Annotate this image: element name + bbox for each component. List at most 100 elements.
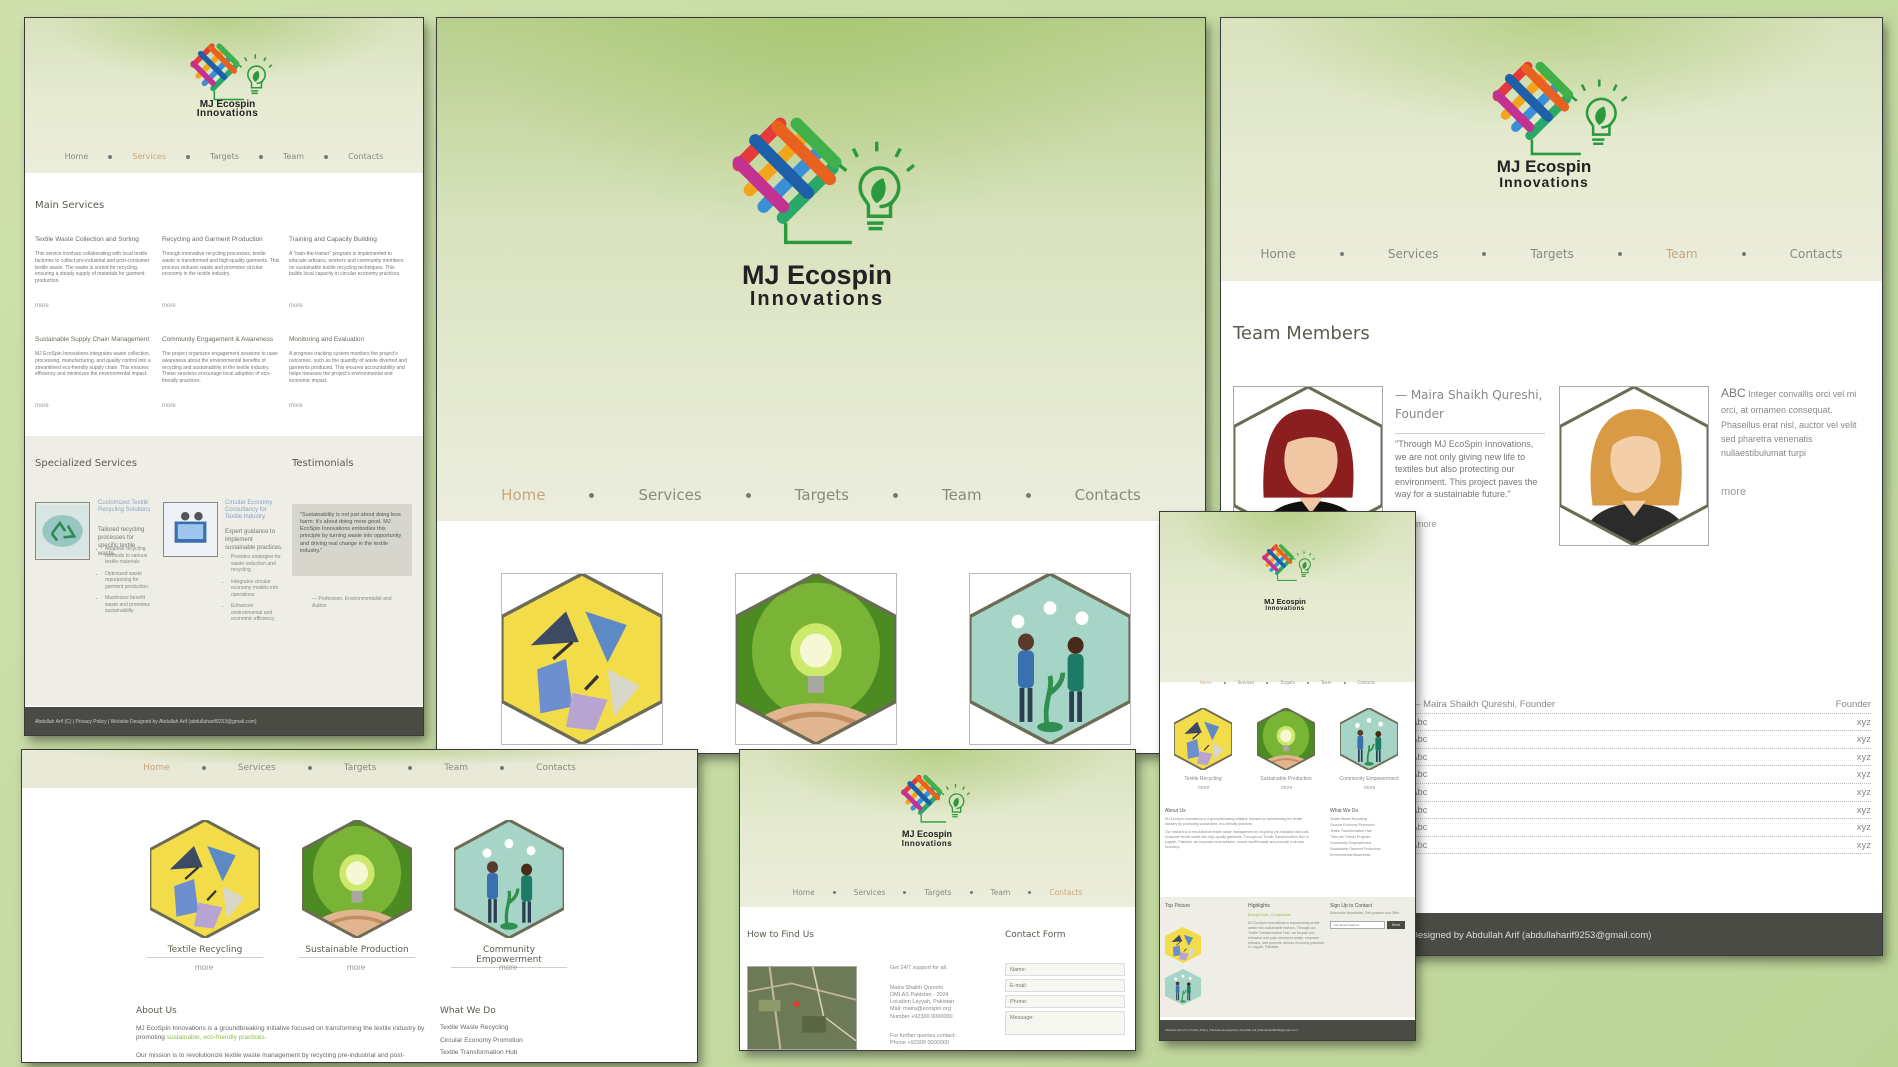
nav-contacts[interactable]: Contacts <box>1075 486 1141 504</box>
tablet-card2-more[interactable]: more <box>1281 785 1292 792</box>
newsletter-send-button[interactable]: Send <box>1387 921 1405 929</box>
team-list-row: Abc xyz <box>1411 766 1871 784</box>
tablet-card3-more[interactable]: more <box>1364 785 1375 792</box>
tablet-card1-more[interactable]: more <box>1198 785 1209 792</box>
spec2-text: Expert guidance to implement sustainable… <box>225 529 283 552</box>
contact-form: Name: E-mail: Phone: Message: <box>1005 963 1125 1038</box>
nav-separator <box>108 154 113 159</box>
nav-separator <box>892 492 898 498</box>
team-list: — Maira Shaikh Qureshi, Founder Founder Ab… <box>1411 696 1871 855</box>
nav-services[interactable]: Services <box>238 763 276 773</box>
nav-home[interactable]: Home <box>793 888 815 897</box>
nav-contacts[interactable]: Contacts <box>348 152 383 161</box>
nav-separator <box>1617 252 1622 256</box>
hex-card-production[interactable] <box>734 572 898 746</box>
nav-contacts[interactable]: Contacts <box>1790 247 1843 261</box>
nav-targets[interactable]: Targets <box>924 888 951 897</box>
service-more-link[interactable]: more <box>289 403 407 409</box>
list-item[interactable]: Circular Economy Promotion <box>440 1035 523 1048</box>
nav-separator <box>745 492 751 498</box>
service-text: This service involves collaborating with… <box>35 251 150 284</box>
home-card-1[interactable] <box>148 818 262 940</box>
contact-field[interactable]: Phone: <box>1005 995 1125 1008</box>
nav-team[interactable]: Team <box>991 888 1011 897</box>
home-card-2[interactable] <box>300 818 414 940</box>
member2-more-link[interactable]: more <box>1721 486 1746 498</box>
nav-home[interactable]: Home <box>1260 247 1295 261</box>
team-list-row: Abc xyz <box>1411 837 1871 855</box>
nav-services[interactable]: Services <box>1388 247 1439 261</box>
list-item[interactable]: Textile Transformation Hub <box>440 1047 523 1060</box>
service-more-link[interactable]: more <box>289 303 407 309</box>
member1-more-link[interactable]: more <box>1416 519 1437 529</box>
team-members-title: Team Members <box>1233 323 1370 344</box>
nav-targets[interactable]: Targets <box>1530 247 1573 261</box>
tablet-what-list: Textile Waste Recycling Circular Economy … <box>1330 817 1381 859</box>
hex-card-community[interactable] <box>968 572 1132 746</box>
nav-services[interactable]: Services <box>854 888 886 897</box>
list-item[interactable]: Textile Waste Recycling <box>440 1022 523 1035</box>
contact-field[interactable]: Name: <box>1005 963 1125 976</box>
service-more-link[interactable]: more <box>35 403 153 409</box>
list-item[interactable]: Circular Economy Promotion <box>1330 823 1381 829</box>
tablet-card-1[interactable] <box>1173 706 1233 772</box>
tablet-card-3[interactable] <box>1339 706 1399 772</box>
tablet-about-text-2: Our mission is to revolutionize textile … <box>1165 830 1310 849</box>
service-more-link[interactable]: more <box>162 303 280 309</box>
testimonials-title: Testimonials <box>292 458 354 469</box>
home-card-3[interactable] <box>452 818 566 940</box>
team-list-role: xyz <box>1856 804 1871 816</box>
queries-text: For further queries,contact: Phone +9230… <box>890 1033 957 1047</box>
nav-contacts[interactable]: Contacts <box>1358 680 1376 685</box>
nav-team[interactable]: Team <box>942 486 982 504</box>
contact-field[interactable]: E-mail: <box>1005 979 1125 992</box>
nav-contacts[interactable]: Contacts <box>536 763 576 773</box>
nav-team[interactable]: Team <box>1321 680 1332 685</box>
tablet-card-2[interactable] <box>1256 706 1316 772</box>
contact-form-title: Contact Form <box>1005 930 1066 940</box>
list-item[interactable]: Provides strategies for waste reduction … <box>231 554 285 574</box>
about-text: MJ EcoSpin Innovations is a groundbreaki… <box>136 1024 431 1043</box>
nav-services[interactable]: Services <box>132 152 166 161</box>
spec1-bullets: Adaptive recycling methods to various te… <box>105 546 155 620</box>
nav-services[interactable]: Services <box>1238 680 1255 685</box>
main-nav: Home Services Targets Team Contacts <box>22 763 697 773</box>
nav-separator <box>185 154 190 159</box>
nav-targets[interactable]: Targets <box>795 486 849 504</box>
card2-more-link[interactable]: more <box>347 963 365 972</box>
map[interactable] <box>746 965 858 1050</box>
list-item[interactable]: Sustainable Garment Production <box>1330 847 1381 853</box>
list-item[interactable]: Integrates circular economy models into … <box>231 579 285 599</box>
nav-home[interactable]: Home <box>1200 680 1212 685</box>
about-link[interactable]: sustainable, eco-friendly practices. <box>167 1034 267 1041</box>
list-item[interactable]: Adaptive recycling methods to various te… <box>105 546 155 566</box>
list-item[interactable]: Environmental Awareness <box>1330 853 1381 859</box>
nav-separator <box>969 891 973 894</box>
nav-targets[interactable]: Targets <box>1280 680 1294 685</box>
nav-separator <box>201 766 206 770</box>
consultancy-image <box>163 502 218 557</box>
service-more-link[interactable]: more <box>162 403 280 409</box>
nav-home[interactable]: Home <box>65 152 89 161</box>
card3-more-link[interactable]: more <box>499 963 517 972</box>
service-more-link[interactable]: more <box>35 303 153 309</box>
list-item[interactable]: Maximizes benefit waste and promotes sus… <box>105 595 155 615</box>
nav-services[interactable]: Services <box>638 486 701 504</box>
hex-card-textile[interactable] <box>500 572 664 746</box>
nav-home[interactable]: Home <box>143 763 170 773</box>
list-item[interactable]: Optimized waste repurposing for garment … <box>105 571 155 591</box>
nav-team[interactable]: Team <box>283 152 304 161</box>
card1-more-link[interactable]: more <box>195 963 213 972</box>
nav-team[interactable]: Team <box>1666 247 1698 261</box>
contact-field[interactable]: Message: <box>1005 1011 1125 1035</box>
list-item[interactable]: Enhances environmental and economic effi… <box>231 603 285 623</box>
tablet-bottom-section: Top Picture Highlights Sign Up to Contac… <box>1160 897 1415 1017</box>
nav-team[interactable]: Team <box>444 763 468 773</box>
newsletter-email-input[interactable] <box>1330 921 1385 929</box>
nav-home[interactable]: Home <box>501 486 545 504</box>
brand-name: MJ Ecospin Innovations <box>895 830 959 849</box>
nav-targets[interactable]: Targets <box>210 152 239 161</box>
top-picture-title: Top Picture <box>1165 903 1191 909</box>
nav-targets[interactable]: Targets <box>344 763 377 773</box>
nav-contacts[interactable]: Contacts <box>1049 888 1082 897</box>
